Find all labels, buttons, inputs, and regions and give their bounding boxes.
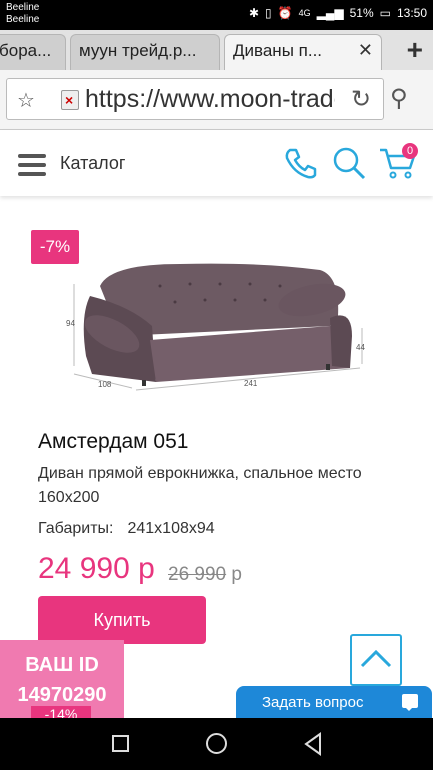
vibrate-icon: ▯	[265, 6, 272, 20]
bluetooth-icon: ✱	[248, 6, 260, 20]
ask-question-label: Задать вопрос	[262, 694, 364, 711]
current-price: 24 990 р	[38, 552, 155, 585]
clock: 13:50	[396, 6, 427, 20]
product-description: Диван прямой еврокнижка, спальное место …	[38, 465, 362, 506]
reload-icon[interactable]: ↻	[351, 85, 371, 114]
battery-icon: ▭	[379, 6, 391, 20]
sofa-image[interactable]: 94 108 241 44	[60, 256, 380, 406]
cart-count-badge: 0	[402, 143, 418, 159]
user-id-label: ВАШ ID	[25, 654, 99, 676]
url-text[interactable]: https://www.moon-trade.ru	[85, 85, 335, 114]
close-tab-icon[interactable]: ✕	[358, 40, 373, 61]
search-site-icon[interactable]	[330, 144, 368, 182]
tab-strip: бора... муун трейд.р... Диваны п... ✕	[0, 30, 433, 70]
sofa-dim-height: 94	[66, 319, 75, 328]
carrier-info: Beeline Beeline	[6, 2, 39, 26]
catalog-link[interactable]: Каталог	[60, 153, 125, 174]
home-icon[interactable]	[206, 733, 227, 754]
tab-2-label: муун трейд.р...	[79, 41, 197, 60]
network-type: 4G	[298, 8, 311, 18]
old-price-currency: р	[231, 564, 242, 585]
insecure-site-icon[interactable]	[61, 90, 79, 110]
carrier-1: Beeline	[6, 2, 40, 13]
tab-3-active[interactable]: Диваны п... ✕	[224, 34, 382, 70]
old-price: 26 990 р	[168, 564, 242, 586]
chat-icon	[402, 694, 418, 711]
menu-icon[interactable]	[18, 154, 46, 176]
url-box[interactable]: ☆ https://www.moon-trade.ru ↻	[6, 78, 384, 120]
battery-percent: 51%	[349, 6, 374, 20]
alarm-icon: ⏰	[277, 6, 293, 20]
ask-question-button[interactable]: Задать вопрос	[236, 686, 432, 720]
tab-2[interactable]: муун трейд.р...	[70, 34, 220, 70]
dims-value: 241x108x94	[127, 520, 215, 537]
product-title[interactable]: Амстердам 051	[38, 430, 188, 454]
status-right: ✱ ▯ ⏰ 4G ▂▄▆ 51% ▭ 13:50	[249, 6, 427, 20]
new-tab-icon[interactable]: +	[407, 36, 423, 64]
buy-button[interactable]: Купить	[38, 596, 206, 644]
dims-label: Габариты:	[38, 520, 114, 537]
status-bar: Beeline Beeline ✱ ▯ ⏰ 4G ▂▄▆ 51% ▭ 13:50	[0, 0, 433, 30]
phone-icon[interactable]	[282, 144, 320, 182]
scroll-to-top-button[interactable]	[350, 634, 402, 686]
chevron-up-icon	[360, 649, 392, 668]
search-icon[interactable]: ⚲	[390, 84, 408, 113]
recent-apps-icon[interactable]	[112, 735, 129, 752]
signal-icon: ▂▄▆	[316, 6, 344, 20]
carrier-2: Beeline	[6, 14, 40, 25]
tab-1-label: бора...	[0, 41, 52, 60]
old-price-value: 26 990	[168, 564, 227, 585]
tab-1[interactable]: бора...	[0, 34, 66, 70]
back-icon[interactable]	[302, 732, 324, 756]
bookmark-star-icon[interactable]: ☆	[17, 88, 35, 113]
system-nav-bar	[0, 718, 433, 770]
sofa-dim-seat: 44	[356, 343, 365, 352]
url-bar: ☆ https://www.moon-trade.ru ↻ ⚲	[0, 70, 433, 130]
tab-3-label: Диваны п...	[233, 41, 323, 60]
sofa-dim-width: 241	[244, 379, 258, 388]
site-header: Каталог 0	[0, 130, 433, 196]
sofa-dim-depth: 108	[98, 380, 112, 389]
product-dimensions: Габариты: 241x108x94	[38, 520, 215, 538]
